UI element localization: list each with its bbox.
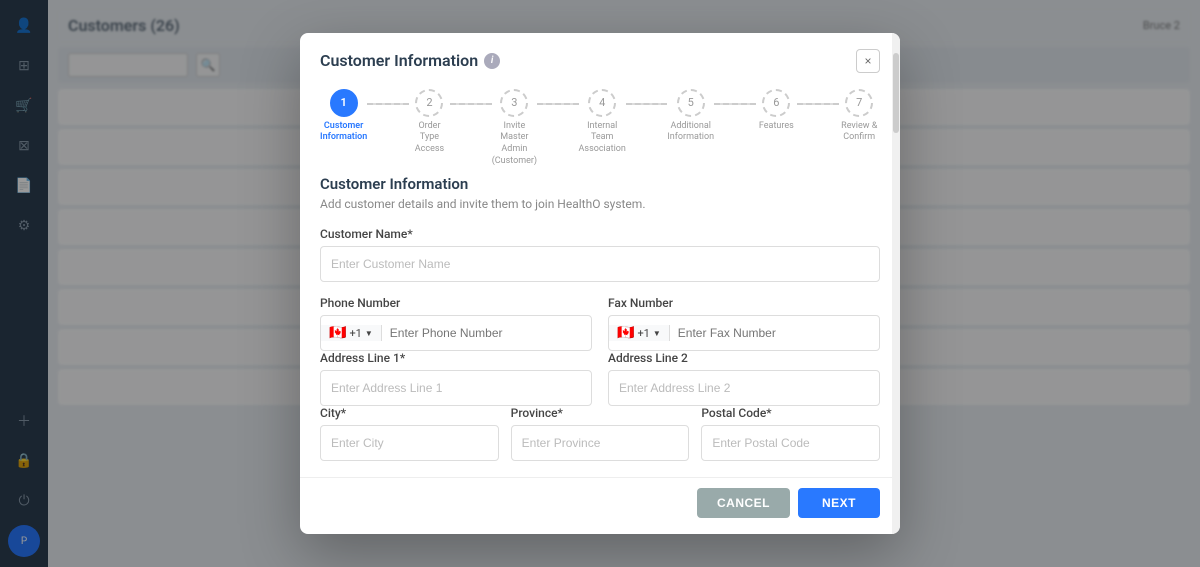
step-7-label: Review & Confirm bbox=[839, 121, 880, 144]
address2-input[interactable] bbox=[608, 370, 880, 406]
postal-group: Postal Code* bbox=[701, 406, 880, 461]
step-1: 1 CustomerInformation bbox=[320, 89, 367, 144]
customer-name-group: Customer Name* bbox=[320, 227, 880, 282]
address1-input[interactable] bbox=[320, 370, 592, 406]
step-line-4 bbox=[626, 103, 667, 105]
step-4-label: Internal TeamAssociation bbox=[579, 121, 626, 156]
info-icon: i bbox=[484, 53, 500, 69]
step-line-2 bbox=[450, 103, 491, 105]
phone-fax-row: Phone Number 🇨🇦 +1 ▼ Fax Number bbox=[320, 296, 880, 351]
modal-title-text: Customer Information bbox=[320, 51, 478, 70]
modal-footer: CANCEL NEXT bbox=[300, 477, 900, 534]
postal-label: Postal Code* bbox=[701, 406, 880, 420]
modal-overlay: Customer Information i × 1 CustomerInfor… bbox=[0, 0, 1200, 567]
step-line-5 bbox=[714, 103, 755, 105]
step-1-label: CustomerInformation bbox=[320, 121, 367, 144]
customer-information-modal: Customer Information i × 1 CustomerInfor… bbox=[300, 33, 900, 535]
address2-group: Address Line 2 bbox=[608, 351, 880, 406]
step-2-circle: 2 bbox=[415, 89, 443, 117]
step-6-circle: 6 bbox=[762, 89, 790, 117]
customer-name-label: Customer Name* bbox=[320, 227, 880, 241]
fax-label: Fax Number bbox=[608, 296, 880, 310]
step-6-label: Features bbox=[759, 121, 794, 133]
phone-number-input[interactable] bbox=[382, 326, 591, 340]
step-1-circle: 1 bbox=[330, 89, 358, 117]
customer-name-input[interactable] bbox=[320, 246, 880, 282]
step-2: 2 Order Type Access bbox=[409, 89, 450, 156]
modal-body: Customer Information Add customer detail… bbox=[300, 175, 900, 477]
step-4-circle: 4 bbox=[588, 89, 616, 117]
scroll-indicator bbox=[892, 33, 900, 535]
fax-input-group: 🇨🇦 +1 ▼ bbox=[608, 315, 880, 351]
city-group: City* bbox=[320, 406, 499, 461]
steps-row: 1 CustomerInformation 2 Order Type Acces… bbox=[320, 89, 880, 168]
step-7: 7 Review & Confirm bbox=[839, 89, 880, 144]
city-input[interactable] bbox=[320, 425, 499, 461]
province-input[interactable] bbox=[511, 425, 690, 461]
step-3-label: Invite MasterAdmin (Customer) bbox=[492, 121, 537, 168]
modal-title: Customer Information i bbox=[320, 51, 500, 70]
postal-input[interactable] bbox=[701, 425, 880, 461]
section-title: Customer Information bbox=[320, 175, 880, 193]
address-row: Address Line 1* Address Line 2 bbox=[320, 351, 880, 406]
phone-input-group: 🇨🇦 +1 ▼ bbox=[320, 315, 592, 351]
step-6: 6 Features bbox=[756, 89, 797, 133]
fax-number-input[interactable] bbox=[670, 326, 879, 340]
step-5-circle: 5 bbox=[677, 89, 705, 117]
phone-label: Phone Number bbox=[320, 296, 592, 310]
fax-canada-flag: 🇨🇦 bbox=[617, 325, 634, 341]
section-subtitle: Add customer details and invite them to … bbox=[320, 197, 880, 211]
step-3-circle: 3 bbox=[500, 89, 528, 117]
canada-flag: 🇨🇦 bbox=[329, 325, 346, 341]
city-label: City* bbox=[320, 406, 499, 420]
address1-group: Address Line 1* bbox=[320, 351, 592, 406]
step-7-circle: 7 bbox=[845, 89, 873, 117]
fax-group: Fax Number 🇨🇦 +1 ▼ bbox=[608, 296, 880, 351]
section-header: Customer Information Add customer detail… bbox=[320, 175, 880, 211]
fax-flag-selector[interactable]: 🇨🇦 +1 ▼ bbox=[609, 325, 670, 341]
phone-dropdown-icon: ▼ bbox=[365, 329, 373, 338]
step-5: 5 AdditionalInformation bbox=[667, 89, 714, 144]
phone-code: +1 bbox=[349, 327, 361, 340]
step-line-1 bbox=[367, 103, 408, 105]
close-button[interactable]: × bbox=[856, 49, 880, 73]
phone-group: Phone Number 🇨🇦 +1 ▼ bbox=[320, 296, 592, 351]
city-province-postal-row: City* Province* Postal Code* bbox=[320, 406, 880, 461]
step-line-6 bbox=[797, 103, 838, 105]
address1-label: Address Line 1* bbox=[320, 351, 592, 365]
modal-header: Customer Information i × bbox=[300, 33, 900, 73]
scroll-thumb bbox=[893, 53, 899, 133]
address2-label: Address Line 2 bbox=[608, 351, 880, 365]
phone-flag-selector[interactable]: 🇨🇦 +1 ▼ bbox=[321, 325, 382, 341]
step-3: 3 Invite MasterAdmin (Customer) bbox=[492, 89, 537, 168]
next-button[interactable]: NEXT bbox=[798, 488, 880, 518]
fax-dropdown-icon: ▼ bbox=[653, 329, 661, 338]
step-5-label: AdditionalInformation bbox=[667, 121, 714, 144]
steps-container: 1 CustomerInformation 2 Order Type Acces… bbox=[300, 73, 900, 176]
step-2-label: Order Type Access bbox=[409, 121, 450, 156]
province-group: Province* bbox=[511, 406, 690, 461]
step-4: 4 Internal TeamAssociation bbox=[579, 89, 626, 156]
cancel-button[interactable]: CANCEL bbox=[697, 488, 790, 518]
province-label: Province* bbox=[511, 406, 690, 420]
fax-code: +1 bbox=[637, 327, 649, 340]
step-line-3 bbox=[537, 103, 578, 105]
